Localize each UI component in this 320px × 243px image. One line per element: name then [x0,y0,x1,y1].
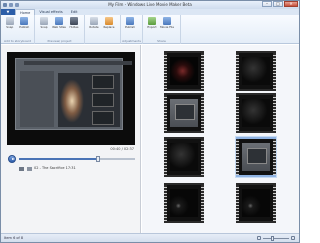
storyboard-clip[interactable] [236,51,276,91]
zoom-thumb[interactable] [270,236,274,241]
close-button[interactable]: ✕ [284,1,298,7]
group-label: Add to storyboard [4,39,31,43]
video-preview[interactable] [7,52,135,145]
status-bar: Item 6 of 8 [1,233,299,242]
minimize-button[interactable]: – [262,1,272,7]
title-bar: My Film - Windows Live Movie Maker Beta … [1,1,299,9]
playback-time: 00:40 / 02:37 [110,147,134,151]
ribbon-group-add: Snap Publish Add to storyboard [1,15,35,44]
snap-icon [5,17,14,25]
storyboard-clip-selected[interactable] [236,137,276,177]
storyboard-clip[interactable] [164,51,204,91]
group-label: Share [157,39,166,43]
ribbon-group-edit: Rotate Replace [85,15,121,44]
storyboard-clip[interactable] [236,183,276,223]
snap-button-2[interactable]: Snap [37,16,51,36]
rotate-button[interactable]: Rotate [87,16,101,36]
seek-bar[interactable] [19,156,135,162]
storyboard-clip[interactable] [164,183,204,223]
storyboard-clip[interactable] [164,137,204,177]
zoom-out-icon[interactable] [257,236,261,240]
zoom-slider[interactable] [263,236,289,241]
storyboard [142,45,299,233]
hi-res-button[interactable]: Hi-Res [67,16,81,36]
globe-icon [55,17,63,25]
monitor-icon [70,17,78,25]
preview-pane: 00:40 / 02:37 02 - The Sacrifice 17:31 [1,45,141,233]
video-frame-content [15,58,132,130]
zoom-in-icon[interactable] [291,236,295,240]
volume-icon[interactable] [19,167,24,171]
publish-button[interactable]: Publish [18,16,32,36]
replace-button[interactable]: Replace [102,16,116,36]
storyboard-clip[interactable] [164,93,204,133]
maximize-button[interactable]: □ [273,1,283,7]
film-icon [163,17,171,25]
export-icon [148,17,156,25]
ribbon-group-adjust: Publish Adjustments [121,15,143,44]
storyboard-clip[interactable] [236,93,276,133]
play-button[interactable] [8,155,16,163]
status-text: Item 6 of 8 [4,236,24,240]
snap-button[interactable]: Snap [3,16,17,36]
ribbon: Snap Publish Add to storyboard Snap Web … [1,15,299,44]
current-clip-label: 02 - The Sacrifice 17:31 [34,166,76,170]
group-label: Preview/ project [47,39,72,43]
ribbon-group-preview: Snap Web Sites Hi-Res Preview/ project [35,15,85,44]
movie-file-button[interactable]: Movie File [160,16,174,36]
publish-icon [126,17,134,25]
snap-icon [40,17,48,25]
window-title: My Film - Windows Live Movie Maker Beta [108,2,192,7]
seek-thumb[interactable] [95,156,100,162]
replace-icon [105,17,113,25]
web-sites-button[interactable]: Web Sites [52,16,66,36]
main-area: 00:40 / 02:37 02 - The Sacrifice 17:31 [1,45,299,233]
app-window: My Film - Windows Live Movie Maker Beta … [0,0,300,243]
group-label: Adjustments [122,39,141,43]
publish-button-2[interactable]: Publish [123,16,137,36]
export-button[interactable]: Export [145,16,159,36]
previous-frame-icon[interactable] [27,167,32,171]
ribbon-group-share: Export Movie File Share [143,15,181,44]
rotate-icon [90,17,98,25]
publish-icon [20,17,29,25]
seek-progress [19,158,98,160]
